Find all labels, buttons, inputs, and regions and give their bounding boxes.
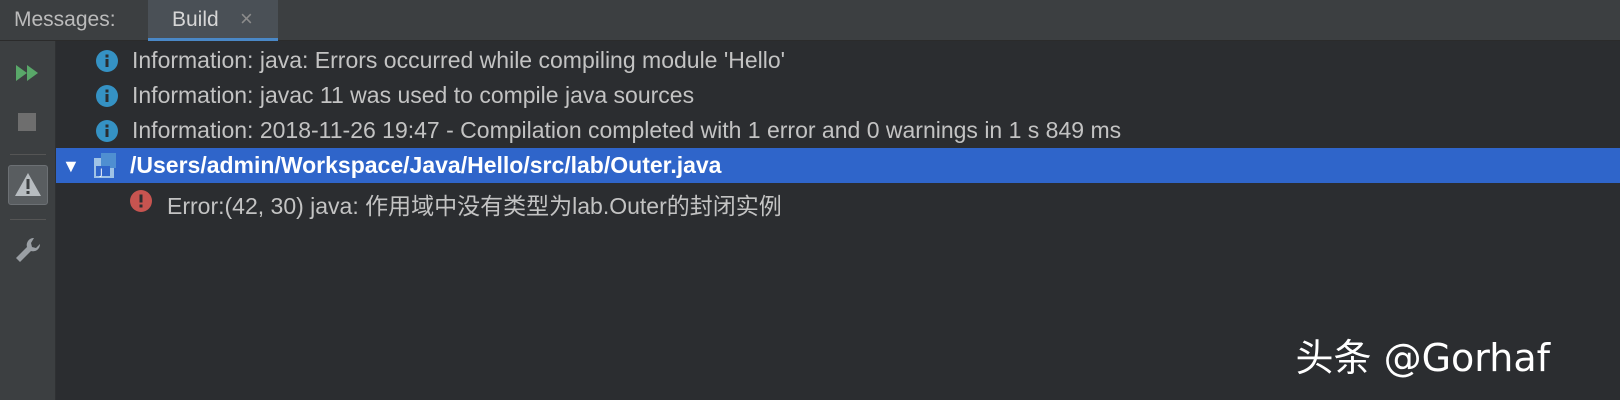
message-text: Error:(42, 30) java: 作用域中没有类型为lab.Outer的… [167, 193, 782, 219]
settings-button[interactable] [8, 230, 48, 270]
tab-build-label: Build [172, 8, 219, 31]
messages-tree: Information: java: Errors occurred while… [56, 41, 1620, 400]
message-row-info[interactable]: Information: 2018-11-26 19:47 - Compilat… [56, 113, 1620, 148]
messages-toolbar [0, 41, 56, 400]
stop-icon [18, 113, 36, 131]
java-file-icon: J [94, 153, 116, 178]
rerun-button[interactable] [8, 55, 48, 95]
toolbar-separator [10, 154, 46, 155]
warning-filter-icon [15, 173, 41, 196]
message-text: Information: javac 11 was used to compil… [132, 82, 695, 108]
svg-text:J: J [99, 168, 103, 178]
rerun-icon [16, 65, 38, 81]
file-path: /Users/admin/Workspace/Java/Hello/src/la… [130, 152, 722, 178]
tab-build[interactable]: Build × [148, 0, 278, 41]
message-row-info[interactable]: Information: javac 11 was used to compil… [56, 78, 1620, 113]
message-row-info[interactable]: Information: java: Errors occurred while… [56, 43, 1620, 78]
info-icon [96, 120, 118, 142]
tool-window-title: Messages: [14, 8, 116, 31]
message-row-error[interactable]: Error:(42, 30) java: 作用域中没有类型为lab.Outer的… [56, 183, 1620, 219]
expand-arrow-icon[interactable]: ▼ [62, 156, 80, 176]
toolbar-separator [10, 219, 46, 220]
stop-button[interactable] [8, 103, 48, 143]
watermark: 头条 @Gorhaf [1295, 336, 1550, 380]
info-icon [96, 50, 118, 72]
message-text: Information: java: Errors occurred while… [132, 47, 786, 73]
error-icon [130, 190, 152, 212]
info-icon [96, 85, 118, 107]
file-node-row[interactable]: ▼ J /Users/admin/Workspace/Java/Hello/sr… [56, 148, 1620, 183]
show-warnings-toggle[interactable] [8, 165, 48, 205]
close-icon[interactable]: × [240, 6, 253, 32]
message-text: Information: 2018-11-26 19:47 - Compilat… [132, 117, 1122, 143]
tool-window-tabbar: Messages: Build × [0, 0, 1620, 41]
build-messages-window: Messages: Build × Information: java: Err… [0, 0, 1620, 400]
settings-wrench-icon [16, 237, 41, 262]
